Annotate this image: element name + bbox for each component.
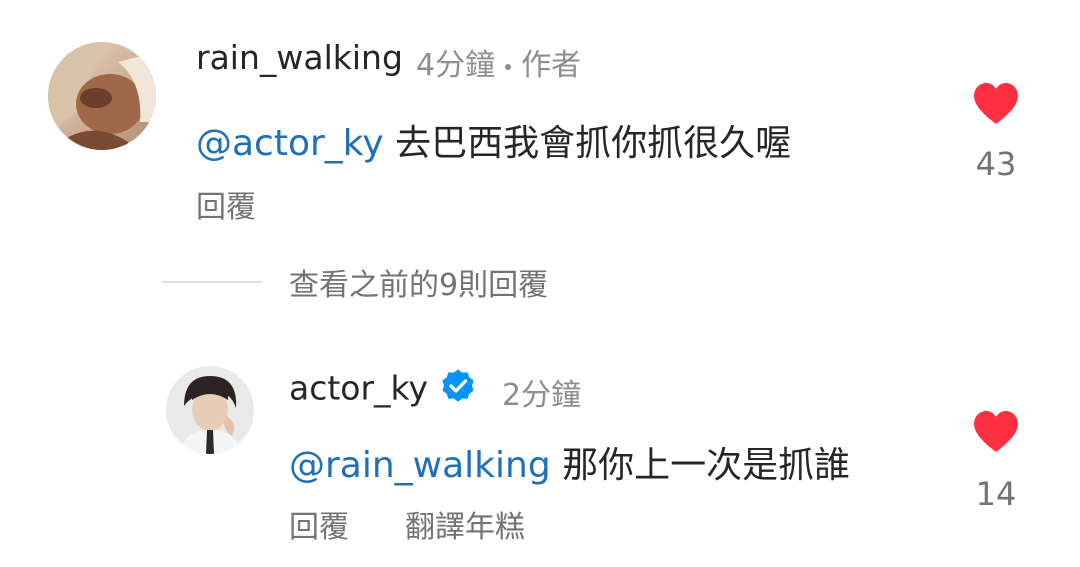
reply-text: @rain_walking 那你上一次是抓誰 [289,436,850,488]
comment-text: @actor_ky 去巴西我會抓你抓很久喔 [196,114,791,166]
username-text[interactable]: actor_ky [289,369,428,408]
view-previous-replies-label: 查看之前的9則回覆 [289,268,549,303]
comment-item: rain_walking 4分鐘 作者 @actor_ky 去巴西我會抓你抓很久喔… [0,0,1080,230]
avatar[interactable] [166,366,254,454]
avatar[interactable] [48,42,156,150]
author-tag: 作者 [521,48,582,83]
reply-button[interactable]: 回覆 [196,182,256,226]
like-button[interactable] [966,410,1026,454]
mention-link[interactable]: @actor_ky [196,123,384,164]
comment-time: 4分鐘 [416,48,496,83]
separator-dot [505,63,512,70]
view-previous-replies[interactable]: 查看之前的9則回覆 [162,262,549,303]
mention-link[interactable]: @rain_walking [289,445,551,486]
comment-body: 去巴西我會抓你抓很久喔 [395,123,792,164]
like-count: 43 [975,145,1017,183]
divider [162,281,262,283]
reply-item: actor_ky 2分鐘 @rain_walking 那你上一次是抓誰 回覆 翻… [0,340,1080,567]
verified-badge-icon [440,368,476,412]
comment-username[interactable]: rain_walking [196,38,403,77]
reply-time: 2分鐘 [502,378,582,413]
like-button[interactable] [966,82,1026,126]
reply-username: actor_ky [289,368,486,412]
translate-button[interactable]: 翻譯年糕 [405,502,525,546]
heart-icon [974,411,1018,452]
reply-button[interactable]: 回覆 [289,502,349,546]
comment-meta: 4分鐘 作者 [416,40,581,84]
like-count: 14 [975,475,1017,513]
heart-icon [974,83,1018,124]
reply-body: 那你上一次是抓誰 [562,445,851,486]
